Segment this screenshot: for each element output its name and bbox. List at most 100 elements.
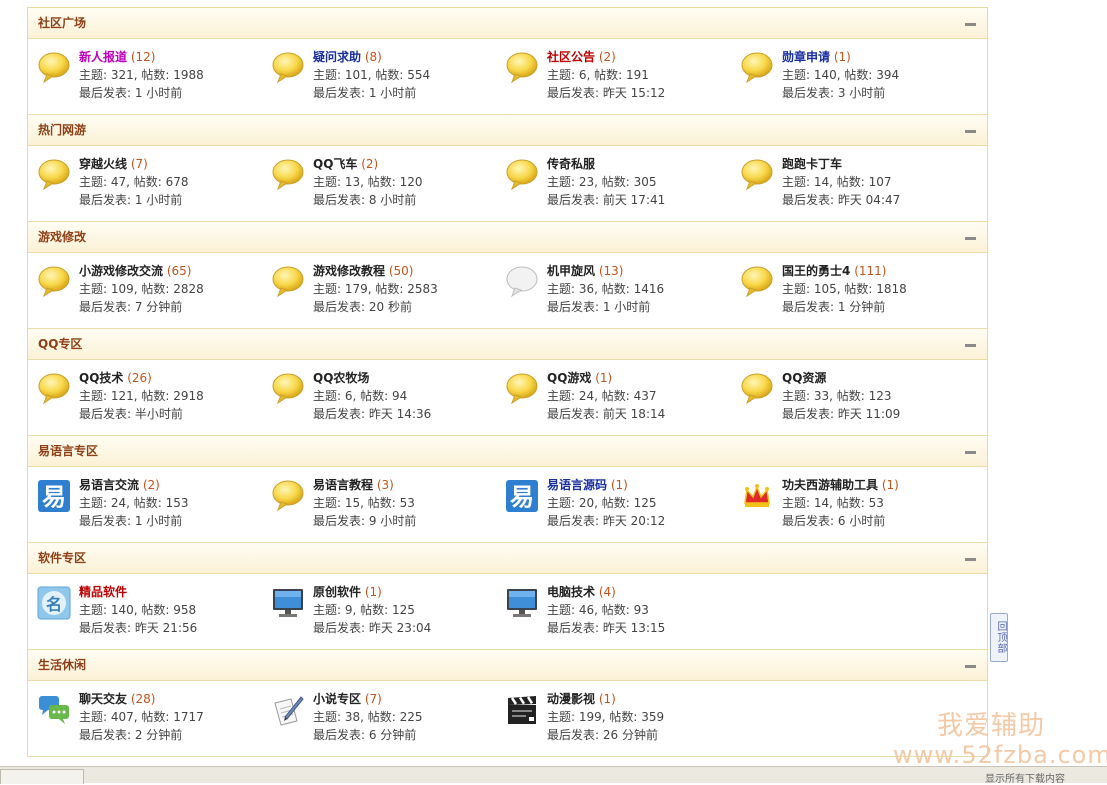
last-post-time[interactable]: 最后发表: 昨天 04:47 xyxy=(782,191,900,209)
speech-bubble-icon[interactable] xyxy=(271,265,305,299)
forum-name-link[interactable]: 聊天交友 xyxy=(79,692,127,706)
forum-name-link[interactable]: 原创软件 xyxy=(313,585,361,599)
speech-bubble-icon[interactable] xyxy=(740,51,774,85)
last-post-time[interactable]: 最后发表: 7 分钟前 xyxy=(79,298,204,316)
last-post-time[interactable]: 最后发表: 26 分钟前 xyxy=(547,726,664,744)
last-post-time[interactable]: 最后发表: 1 分钟前 xyxy=(782,298,907,316)
last-post-time[interactable]: 最后发表: 1 小时前 xyxy=(79,512,189,530)
last-post-time[interactable]: 最后发表: 昨天 21:56 xyxy=(79,619,197,637)
yi-language-icon[interactable]: 易 xyxy=(37,479,71,513)
last-post-time[interactable]: 最后发表: 昨天 11:09 xyxy=(782,405,900,423)
speech-bubble-icon[interactable] xyxy=(505,51,539,85)
section-title[interactable]: 软件专区 xyxy=(38,551,86,565)
section-forums: 名 精品软件 主题: 140, 帖数: 958 最后发表: 昨天 21:56 原创软件… xyxy=(28,574,987,650)
forum-name-link[interactable]: 跑跑卡丁车 xyxy=(782,157,842,171)
speech-bubble-icon[interactable] xyxy=(271,51,305,85)
collapse-icon[interactable] xyxy=(965,665,976,668)
last-post-time[interactable]: 最后发表: 前天 17:41 xyxy=(547,191,665,209)
forum-info: QQ飞车 (2) 主题: 13, 帖数: 120 最后发表: 8 小时前 xyxy=(313,155,423,209)
last-post-time[interactable]: 最后发表: 昨天 23:04 xyxy=(313,619,431,637)
collapse-icon[interactable] xyxy=(965,237,976,240)
speech-bubble-icon[interactable] xyxy=(505,158,539,192)
forum-name-link[interactable]: 易语言源码 xyxy=(547,478,607,492)
last-post-time[interactable]: 最后发表: 1 小时前 xyxy=(313,84,430,102)
speech-bubble-icon[interactable] xyxy=(37,265,71,299)
forum-name-link[interactable]: 国王的勇士4 xyxy=(782,264,850,278)
monitor-icon[interactable] xyxy=(271,586,305,620)
speech-bubble-icon[interactable] xyxy=(740,158,774,192)
speech-bubble-grey-icon[interactable] xyxy=(505,265,539,299)
section-title[interactable]: 游戏修改 xyxy=(38,230,86,244)
forum-item: 游戏修改教程 (50) 主题: 179, 帖数: 2583 最后发表: 20 秒前 xyxy=(262,262,496,322)
collapse-icon[interactable] xyxy=(965,558,976,561)
collapse-icon[interactable] xyxy=(965,344,976,347)
last-post-time[interactable]: 最后发表: 6 小时前 xyxy=(782,512,899,530)
forum-name-link[interactable]: QQ游戏 xyxy=(547,371,591,385)
forum-name-link[interactable]: 新人报道 xyxy=(79,50,127,64)
last-post-time[interactable]: 最后发表: 9 小时前 xyxy=(313,512,416,530)
last-post-time[interactable]: 最后发表: 1 小时前 xyxy=(79,191,189,209)
forum-name-link[interactable]: 小游戏修改交流 xyxy=(79,264,163,278)
crown-icon[interactable] xyxy=(740,479,774,513)
forum-name-link[interactable]: QQ农牧场 xyxy=(313,371,369,385)
clapperboard-icon[interactable] xyxy=(505,693,539,727)
forum-name-link[interactable]: 穿越火线 xyxy=(79,157,127,171)
forum-name-link[interactable]: QQ飞车 xyxy=(313,157,357,171)
speech-bubble-icon[interactable] xyxy=(505,372,539,406)
last-post-time[interactable]: 最后发表: 8 小时前 xyxy=(313,191,423,209)
section-header: QQ专区 xyxy=(28,329,987,360)
section-title[interactable]: 生活休闲 xyxy=(38,658,86,672)
monitor-icon[interactable] xyxy=(505,586,539,620)
section-title[interactable]: 热门网游 xyxy=(38,123,86,137)
collapse-icon[interactable] xyxy=(965,451,976,454)
speech-bubble-icon[interactable] xyxy=(740,265,774,299)
speech-bubble-icon[interactable] xyxy=(37,372,71,406)
collapse-icon[interactable] xyxy=(965,23,976,26)
last-post-time[interactable]: 最后发表: 前天 18:14 xyxy=(547,405,665,423)
today-post-count: (26) xyxy=(127,371,152,385)
pen-paper-icon[interactable] xyxy=(271,693,305,727)
forum-name-link[interactable]: 游戏修改教程 xyxy=(313,264,385,278)
section-title[interactable]: 易语言专区 xyxy=(38,444,98,458)
last-post-time[interactable]: 最后发表: 半小时前 xyxy=(79,405,204,423)
speech-bubble-icon[interactable] xyxy=(271,158,305,192)
forum-name-link[interactable]: 电脑技术 xyxy=(547,585,595,599)
last-post-time[interactable]: 最后发表: 6 分钟前 xyxy=(313,726,423,744)
section-title[interactable]: 社区广场 xyxy=(38,16,86,30)
last-post-time[interactable]: 最后发表: 1 小时前 xyxy=(547,298,664,316)
forum-name-link[interactable]: 疑问求助 xyxy=(313,50,361,64)
forum-name-link[interactable]: 社区公告 xyxy=(547,50,595,64)
last-post-time[interactable]: 最后发表: 1 小时前 xyxy=(79,84,204,102)
forum-name-link[interactable]: 勋章申请 xyxy=(782,50,830,64)
speech-bubble-icon[interactable] xyxy=(271,372,305,406)
last-post-time[interactable]: 最后发表: 昨天 14:36 xyxy=(313,405,431,423)
yi-language-icon[interactable]: 易 xyxy=(505,479,539,513)
forum-name-link[interactable]: 易语言交流 xyxy=(79,478,139,492)
forum-name-link[interactable]: 功夫西游辅助工具 xyxy=(782,478,878,492)
forum-name-link[interactable]: QQ技术 xyxy=(79,371,123,385)
ming-badge-icon[interactable]: 名 xyxy=(37,586,71,620)
speech-bubble-icon[interactable] xyxy=(37,51,71,85)
collapse-icon[interactable] xyxy=(965,130,976,133)
last-post-time[interactable]: 最后发表: 2 分钟前 xyxy=(79,726,204,744)
back-to-top-button[interactable]: 回顶部 xyxy=(990,613,1008,662)
forum-stats: 主题: 105, 帖数: 1818 xyxy=(782,282,907,296)
last-post-time[interactable]: 最后发表: 昨天 13:15 xyxy=(547,619,665,637)
forum-name-link[interactable]: 传奇私服 xyxy=(547,157,595,171)
forum-name-link[interactable]: 机甲旋风 xyxy=(547,264,595,278)
last-post-time[interactable]: 最后发表: 昨天 15:12 xyxy=(547,84,665,102)
forum-name-link[interactable]: QQ资源 xyxy=(782,371,826,385)
last-post-time[interactable]: 最后发表: 昨天 20:12 xyxy=(547,512,665,530)
forum-name-link[interactable]: 精品软件 xyxy=(79,585,127,599)
forum-item: 勋章申请 (1) 主题: 140, 帖数: 394 最后发表: 3 小时前 xyxy=(731,48,965,108)
forum-name-link[interactable]: 易语言教程 xyxy=(313,478,373,492)
speech-bubble-icon[interactable] xyxy=(37,158,71,192)
last-post-time[interactable]: 最后发表: 20 秒前 xyxy=(313,298,438,316)
speech-bubble-icon[interactable] xyxy=(271,479,305,513)
chat-bubbles-icon[interactable] xyxy=(37,693,71,727)
section-title[interactable]: QQ专区 xyxy=(38,337,82,351)
forum-name-link[interactable]: 小说专区 xyxy=(313,692,361,706)
speech-bubble-icon[interactable] xyxy=(740,372,774,406)
forum-name-link[interactable]: 动漫影视 xyxy=(547,692,595,706)
last-post-time[interactable]: 最后发表: 3 小时前 xyxy=(782,84,899,102)
